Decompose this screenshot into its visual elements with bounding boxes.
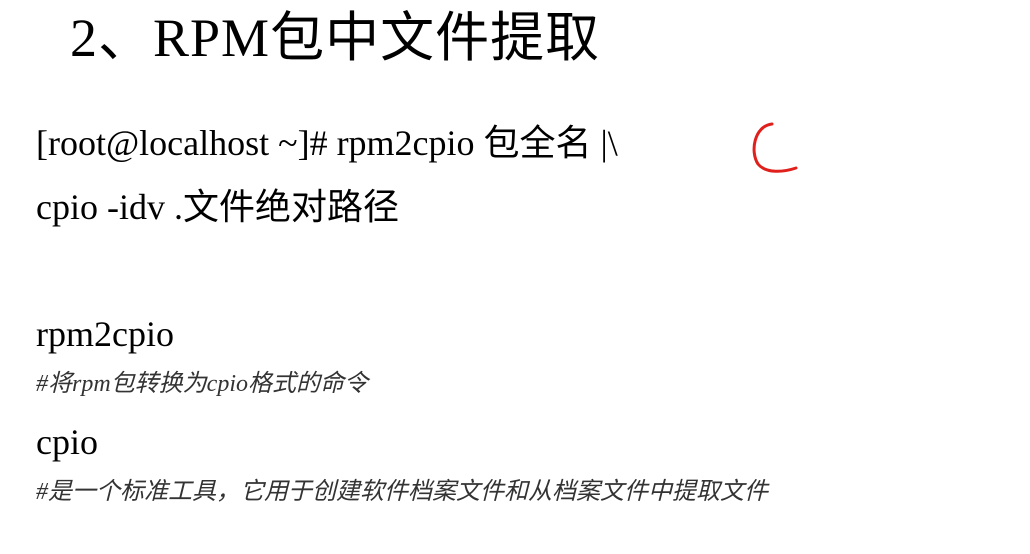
red-circle-annotation xyxy=(752,122,798,173)
command-line-1: [root@localhost ~]# rpm2cpio 包全名 |\ xyxy=(36,123,618,163)
comment-cpio: #是一个标准工具，它用于创建软件档案文件和从档案文件中提取文件 xyxy=(36,479,768,505)
term-rpm2cpio: rpm2cpio xyxy=(36,314,174,354)
slide-title: 2、RPM包中文件提取 xyxy=(70,8,601,68)
comment-rpm2cpio: #将rpm包转换为cpio格式的命令 xyxy=(36,371,368,397)
command-line-2: cpio -idv .文件绝对路径 xyxy=(36,187,399,227)
term-cpio: cpio xyxy=(36,422,98,462)
slide: 2、RPM包中文件提取 [root@localhost ~]# rpm2cpio… xyxy=(0,0,1030,554)
